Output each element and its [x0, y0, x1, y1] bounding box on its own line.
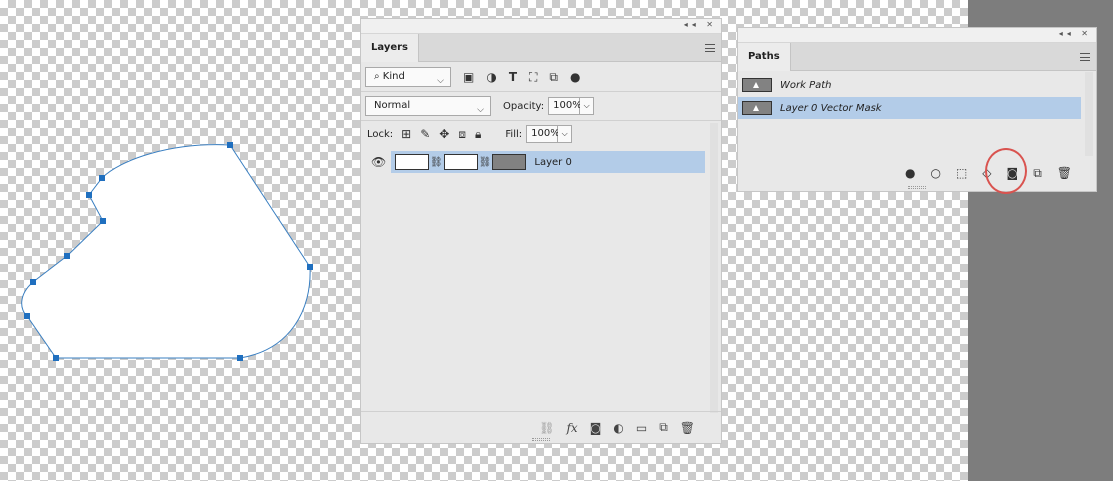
path-label: Layer 0 Vector Mask — [780, 102, 882, 114]
fx-icon[interactable]: fx — [566, 421, 577, 435]
blend-mode-value: Normal — [374, 100, 411, 111]
paths-panel: ◂◂ ✕ Paths Work Path Layer 0 Vector Mask… — [737, 27, 1097, 192]
lock-all-icon[interactable]: 🔒︎ — [475, 127, 481, 142]
layer-mask-thumbnail[interactable] — [443, 154, 478, 170]
panel-menu-icon[interactable] — [1080, 53, 1090, 61]
collapse-close-buttons[interactable]: ◂◂ ✕ — [1059, 29, 1092, 38]
paths-bottom-bar: ● ○ ⬚ ◇ ◙ ⧉ 🗑︎ — [738, 158, 1096, 188]
add-mask-icon[interactable]: ◙ — [590, 421, 602, 435]
layer-thumbnail — [395, 154, 429, 170]
blend-row: Normal ⌵ Opacity: 100% ⌵ — [361, 96, 721, 116]
opacity-input[interactable]: 100% — [548, 97, 582, 115]
kind-label: Kind — [382, 71, 405, 82]
load-selection-icon[interactable]: ⬚ — [956, 166, 967, 180]
anchor-point — [24, 313, 30, 319]
opacity-label: Opacity: — [503, 100, 545, 112]
resize-grip[interactable] — [532, 438, 550, 441]
layer-name: Layer 0 — [534, 156, 572, 168]
resize-grip[interactable] — [908, 186, 926, 189]
anchor-point — [100, 218, 106, 224]
divider — [361, 120, 721, 121]
path-item-vector-mask[interactable]: Layer 0 Vector Mask — [738, 97, 1081, 119]
filter-icons: ▣ ◑ T ⛶ ⧉ ● — [463, 70, 580, 85]
scrollbar[interactable] — [1085, 72, 1093, 156]
anchor-point — [307, 264, 313, 270]
folder-icon[interactable]: ▭ — [636, 421, 647, 435]
chevron-down-icon: ⌵ — [477, 105, 484, 115]
lock-row: Lock: ⊞ ✎ ✥ ⧈ 🔒︎ Fill: 100% ⌵ — [361, 125, 721, 143]
new-path-icon[interactable]: ⧉ — [1033, 166, 1042, 181]
divider — [361, 91, 721, 92]
smart-object-filter-icon[interactable]: ⧉ — [549, 70, 558, 85]
eye-icon[interactable]: 👁︎ — [371, 155, 386, 169]
tab-row: Layers — [361, 34, 721, 62]
path-thumbnail — [742, 78, 772, 92]
trash-icon[interactable]: 🗑︎ — [680, 421, 695, 435]
collapse-close-buttons[interactable]: ◂◂ ✕ — [684, 20, 717, 29]
path-label: Work Path — [780, 79, 832, 91]
anchor-point — [64, 253, 70, 259]
vector-mask-thumbnail[interactable] — [492, 154, 527, 170]
link-icon[interactable]: ⛓ — [430, 157, 443, 168]
lock-transparent-icon[interactable]: ⊞ — [401, 127, 411, 142]
adjustment-filter-icon[interactable]: ◑ — [486, 70, 496, 84]
scrollbar[interactable] — [710, 123, 718, 413]
path-thumbnail — [742, 101, 772, 115]
filter-toggle-icon[interactable]: ● — [570, 70, 580, 84]
anchor-point — [227, 142, 233, 148]
trash-icon[interactable]: 🗑︎ — [1057, 166, 1072, 180]
link-icon[interactable]: ⛓ — [479, 157, 492, 168]
panel-topbar: ◂◂ ✕ — [738, 28, 1096, 43]
anchor-point — [30, 279, 36, 285]
layers-panel: ◂◂ ✕ Layers ⌕ Kind ⌵ ▣ ◑ T ⛶ ⧉ ● Normal … — [360, 18, 722, 444]
image-filter-icon[interactable]: ▣ — [463, 70, 474, 84]
lock-icons: ⊞ ✎ ✥ ⧈ 🔒︎ — [401, 127, 481, 142]
panel-menu-icon[interactable] — [705, 44, 715, 52]
fill-input[interactable]: 100% — [526, 125, 560, 143]
new-layer-icon[interactable]: ⧉ — [659, 420, 668, 435]
opacity-dropdown[interactable]: ⌵ — [580, 97, 595, 115]
fill-dropdown[interactable]: ⌵ — [558, 125, 573, 143]
tab-paths[interactable]: Paths — [738, 43, 791, 71]
vector-path — [21, 144, 311, 359]
vector-shape-canvas[interactable] — [0, 0, 330, 380]
adjustment-layer-icon[interactable]: ◐ — [613, 421, 623, 435]
anchor-point — [53, 355, 59, 361]
highlight-ring-annotation — [985, 148, 1027, 194]
tab-row: Paths — [738, 43, 1096, 71]
kind-filter-select[interactable]: ⌕ Kind ⌵ — [365, 67, 451, 87]
fill-label: Fill: — [505, 128, 523, 140]
layers-bottom-bar: ⛓ fx ◙ ◐ ▭ ⧉ 🗑︎ — [361, 411, 721, 443]
lock-position-icon[interactable]: ✥ — [439, 127, 449, 142]
lock-paint-icon[interactable]: ✎ — [420, 127, 430, 142]
anchor-point — [86, 192, 92, 198]
lock-artboard-icon[interactable]: ⧈ — [458, 127, 466, 142]
stroke-path-icon[interactable]: ○ — [930, 166, 940, 180]
layer-row[interactable]: ⛓ ⛓ Layer 0 — [391, 151, 705, 173]
anchor-point — [99, 175, 105, 181]
shape-filter-icon[interactable]: ⛶ — [529, 70, 537, 85]
blend-mode-select[interactable]: Normal ⌵ — [365, 96, 491, 116]
tab-layers[interactable]: Layers — [361, 34, 419, 62]
fill-path-icon[interactable]: ● — [905, 166, 915, 180]
chevron-down-icon: ⌵ — [437, 76, 444, 86]
filter-row: ⌕ Kind ⌵ ▣ ◑ T ⛶ ⧉ ● — [361, 67, 721, 87]
anchor-point — [237, 355, 243, 361]
search-icon: ⌕ — [374, 71, 380, 82]
link-icon[interactable]: ⛓ — [539, 421, 554, 435]
path-item-work-path[interactable]: Work Path — [738, 74, 1081, 96]
lock-label: Lock: — [367, 128, 394, 140]
type-filter-icon[interactable]: T — [509, 70, 517, 84]
panel-topbar: ◂◂ ✕ — [361, 19, 721, 34]
